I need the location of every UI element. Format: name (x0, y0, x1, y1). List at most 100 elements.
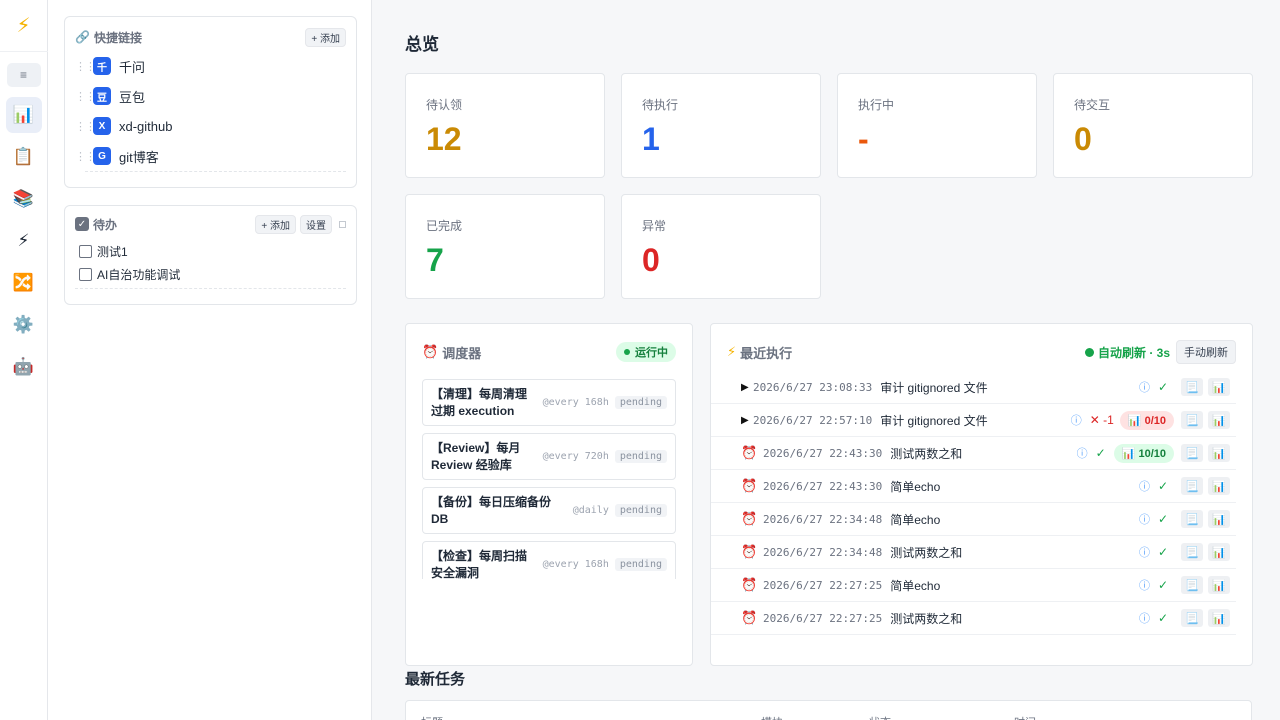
drag-handle-icon[interactable]: ⋮⋮ (75, 120, 96, 133)
chart-icon[interactable]: 📊 (5, 97, 42, 133)
chart-icon[interactable]: 📊 (1208, 543, 1230, 561)
recent-title: 最近执行 (740, 345, 793, 361)
execution-row[interactable]: ⏰ 2026/6/27 22:27:25 简单echo ⓘ ✓ 📃 📊 (711, 569, 1236, 602)
info-icon[interactable]: ⓘ (1077, 445, 1088, 461)
execution-row[interactable]: ▶ 2026/6/27 22:57:10 审计 gitignored 文件 ⓘ ✕ -1… (711, 404, 1236, 437)
execution-name: 简单echo (890, 578, 941, 593)
log-icon[interactable]: 📃 (1181, 576, 1203, 594)
score-badge[interactable]: 📊 0/10 (1119, 410, 1174, 430)
job-cron: @every 720h (542, 451, 609, 462)
books-icon[interactable]: 📚 (6, 181, 42, 217)
stat-label: 执行中 (858, 98, 895, 112)
manual-refresh-button[interactable]: 手动刷新 (1176, 340, 1236, 364)
execution-row[interactable]: ⏰ 2026/6/27 22:34:48 测试两数之和 ⓘ ✓ 📃 📊 (711, 536, 1236, 569)
clipboard-icon[interactable]: 📋 (6, 139, 42, 175)
execution-name: 审计 gitignored 文件 (880, 380, 988, 395)
chart-icon[interactable]: 📊 (1208, 609, 1230, 627)
scheduler-status-badge: 运行中 (616, 342, 676, 362)
col-time[interactable]: 时间 (1014, 714, 1036, 720)
drag-handle-icon[interactable]: ⋮⋮ (75, 150, 96, 163)
log-icon[interactable]: 📃 (1181, 510, 1203, 528)
lightning-icon[interactable]: ⚡ (6, 223, 42, 259)
execution-row[interactable]: ⏰2026/6/27 22:22:25简单echoⓘ✓📃📊 (711, 635, 1236, 636)
chart-icon[interactable]: 📊 (1208, 378, 1230, 396)
execution-row[interactable]: ⏰ 2026/6/27 22:43:30 简单echo ⓘ ✓ 📃 📊 (711, 470, 1236, 503)
log-icon[interactable]: 📃 (1181, 378, 1203, 396)
execution-time: 2026/6/27 22:34:48 (763, 512, 883, 526)
quick-link-item[interactable]: ⋮⋮ 千千问 (75, 51, 346, 81)
col-status[interactable]: 状态 (869, 714, 891, 720)
gear-icon[interactable]: ⚙️ (6, 307, 42, 343)
chart-icon[interactable]: 📊 (1208, 510, 1230, 528)
info-icon[interactable]: ⓘ (1139, 511, 1150, 527)
log-icon[interactable]: 📃 (1181, 543, 1203, 561)
scheduled-job[interactable]: 【Review】每月 Review 经验库 @every 720h pending (422, 433, 676, 480)
job-name: 【备份】每日压缩备份 DB (431, 494, 552, 526)
info-icon[interactable]: ⓘ (1071, 412, 1082, 428)
col-title[interactable]: 标题 (421, 714, 443, 720)
todo-settings-button[interactable]: 设置 (300, 214, 332, 234)
latest-tasks-table: 标题 模块 状态 时间 (405, 700, 1252, 720)
drag-handle-icon[interactable]: ⋮⋮ (75, 60, 96, 73)
log-icon[interactable]: 📃 (1181, 477, 1203, 495)
quick-links-card: 🔗 快捷链接 + 添加 ⋮⋮ 千千问 ⋮⋮ 豆豆包 ⋮⋮ Xxd-github ⋮⋮ Ggit博… (64, 16, 357, 188)
scheduled-job[interactable]: 【检查】每周扫描安全漏洞 @every 168h pending (422, 541, 676, 579)
info-icon[interactable]: ⓘ (1139, 379, 1150, 395)
minimize-icon[interactable] (339, 220, 346, 228)
chart-icon[interactable]: 📊 (1208, 477, 1230, 495)
robot-icon[interactable]: 🤖 (6, 349, 42, 385)
lightning-icon[interactable]: ⚡ (0, 0, 48, 52)
execution-row[interactable]: ⏰ 2026/6/27 22:34:48 简单echo ⓘ ✓ 📃 📊 (711, 503, 1236, 536)
expand-icon[interactable]: ▶ (741, 415, 753, 426)
scheduled-job[interactable]: 【备份】每日压缩备份 DB @daily pending (422, 487, 676, 534)
quick-link-label[interactable]: 千问 (119, 57, 145, 76)
info-icon[interactable]: ⓘ (1139, 577, 1150, 593)
info-icon[interactable]: ⓘ (1139, 610, 1150, 626)
failed-status: ✕ -1 (1089, 413, 1114, 427)
quick-link-label[interactable]: git博客 (119, 147, 159, 166)
log-icon[interactable]: 📃 (1181, 411, 1203, 429)
quick-link-label[interactable]: xd-github (119, 119, 172, 134)
quick-link-item[interactable]: ⋮⋮ Ggit博客 (75, 141, 346, 171)
todo-checkbox[interactable] (79, 268, 92, 281)
alarm-clock-icon: ⏰ (741, 511, 758, 526)
chart-icon[interactable]: 📊 (1208, 444, 1230, 462)
shuffle-icon[interactable]: 🔀 (6, 265, 42, 301)
quick-link-item[interactable]: ⋮⋮ 豆豆包 (75, 81, 346, 111)
stat-label: 待交互 (1074, 98, 1111, 112)
lightning-icon: ⚡ (727, 344, 737, 359)
quick-link-item[interactable]: ⋮⋮ Xxd-github (75, 111, 346, 141)
add-link-button[interactable]: + 添加 (305, 27, 346, 47)
drag-handle-icon[interactable]: ⋮⋮ (75, 90, 96, 103)
execution-row[interactable]: ▶ 2026/6/27 23:08:33 审计 gitignored 文件 ⓘ ✓ 📃 📊 (711, 371, 1236, 404)
job-name: 【清理】每周清理过期 execution (431, 386, 528, 418)
stat-value: 0 (1074, 121, 1092, 157)
main-content: 总览 待认领 12 待执行 1 执行中 - 待交互 0 已完成 7 异常 0 ⏰ 调度器 运行中 【清理… (372, 0, 1280, 720)
alarm-clock-icon: ⏰ (741, 478, 758, 493)
add-todo-button[interactable]: + 添加 (255, 214, 296, 234)
info-icon[interactable]: ⓘ (1139, 478, 1150, 494)
auto-refresh-indicator[interactable]: 自动刷新 · 3s (1084, 344, 1170, 361)
execution-row[interactable]: ⏰ 2026/6/27 22:27:25 测试两数之和 ⓘ ✓ 📃 📊 (711, 602, 1236, 635)
col-module[interactable]: 模块 (761, 714, 783, 720)
execution-row[interactable]: ⏰ 2026/6/27 22:43:30 测试两数之和 ⓘ ✓ 📊 10/10 📃 📊 (711, 437, 1236, 470)
chart-icon[interactable]: 📊 (1208, 411, 1230, 429)
execution-time: 2026/6/27 22:27:25 (763, 611, 883, 625)
recent-executions-panel: ⚡ 最近执行 自动刷新 · 3s 手动刷新 ▶ 2026/6/27 23:08:33… (710, 323, 1253, 666)
stat-card: 异常 0 (621, 194, 821, 299)
log-icon[interactable]: 📃 (1181, 609, 1203, 627)
scheduled-job[interactable]: 【清理】每周清理过期 execution @every 168h pending (422, 379, 676, 426)
info-icon[interactable]: ⓘ (1139, 544, 1150, 560)
job-cron: @daily (572, 505, 609, 516)
log-icon[interactable]: 📃 (1181, 444, 1203, 462)
todo-checkbox[interactable] (79, 245, 92, 258)
quick-link-label[interactable]: 豆包 (119, 87, 145, 106)
score-badge[interactable]: 📊 10/10 (1113, 443, 1174, 463)
expand-icon[interactable]: ▶ (741, 382, 753, 393)
chart-icon[interactable]: 📊 (1208, 576, 1230, 594)
execution-name: 简单echo (890, 479, 941, 494)
stat-card: 待交互 0 (1053, 73, 1253, 178)
todo-label: 测试1 (97, 245, 128, 259)
todo-item: AI自治功能调试 (75, 263, 346, 286)
menu-icon[interactable]: ≡ (6, 63, 41, 87)
